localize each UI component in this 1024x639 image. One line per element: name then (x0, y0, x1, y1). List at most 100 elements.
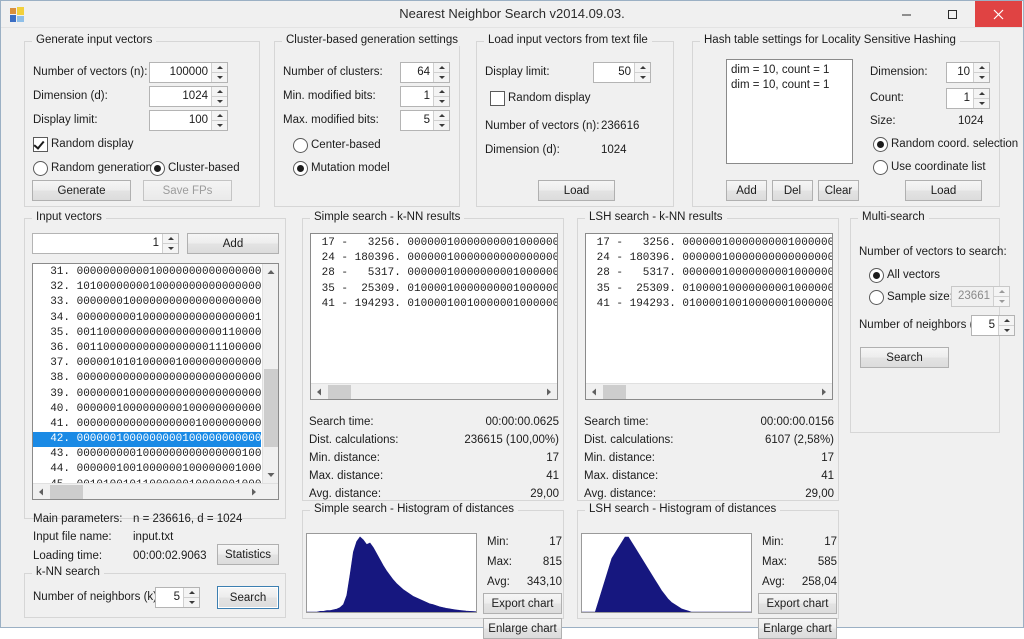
knn-neighbors-stepper[interactable]: 5 (155, 587, 200, 608)
scrollbar-thumb-h[interactable] (603, 385, 626, 399)
spinner-down-icon[interactable] (974, 73, 989, 82)
hash-load-button[interactable]: Load (905, 180, 982, 201)
hash-count-stepper[interactable]: 1 (946, 88, 990, 109)
generate-button[interactable]: Generate (32, 180, 131, 201)
knn-result-row[interactable]: 41 - 194293. 010000100100000010000000 (586, 297, 832, 312)
scroll-right-icon[interactable] (246, 484, 262, 499)
listbox-horizontal-scrollbar[interactable] (33, 483, 278, 499)
spinner-up-icon[interactable] (434, 111, 449, 120)
knn-result-row[interactable]: 17 - 3256. 000000100000000010000000 (311, 236, 557, 251)
simple-export-chart-button[interactable]: Export chart (483, 593, 562, 614)
close-button[interactable] (975, 1, 1022, 27)
lsh-export-chart-button[interactable]: Export chart (758, 593, 837, 614)
input-vector-index-stepper[interactable]: 1 (32, 233, 179, 254)
spinner-down-icon[interactable] (163, 244, 178, 253)
minimize-button[interactable] (883, 1, 929, 27)
sample-size-radio[interactable]: Sample size: (869, 290, 953, 305)
hash-entry[interactable]: dim = 10, count = 1 (731, 63, 848, 78)
spinner-up-icon[interactable] (212, 87, 227, 96)
spinner-down-icon[interactable] (434, 73, 449, 82)
knn-result-row[interactable]: 35 - 25309. 010000100000000010000000 (311, 282, 557, 297)
spinner-up-icon[interactable] (974, 89, 989, 98)
input-vector-row[interactable]: 42. 00000010000000001000000000000000 (33, 432, 278, 448)
scroll-down-icon[interactable] (263, 467, 278, 483)
hash-add-button[interactable]: Add (726, 180, 767, 201)
scrollbar-thumb-h[interactable] (50, 485, 83, 499)
input-vector-row[interactable]: 37. 00000101010000010000000000000010 (33, 356, 278, 371)
multi-search-button[interactable]: Search (860, 347, 949, 368)
knn-result-row[interactable]: 24 - 180396. 000000100000000000000000 (311, 251, 557, 266)
mutation-model-radio[interactable]: Mutation model (293, 161, 390, 176)
file-display-limit-stepper[interactable]: 50 (593, 62, 651, 83)
spinner-up-icon[interactable] (974, 63, 989, 72)
spinner-up-icon[interactable] (434, 87, 449, 96)
hash-dimension-stepper[interactable]: 10 (946, 62, 990, 83)
input-vector-row[interactable]: 41. 00000000000000000010000000000000 (33, 417, 278, 432)
cluster-based-radio[interactable]: Cluster-based (150, 161, 240, 176)
input-vector-row[interactable]: 35. 00110000000000000000001100000001 (33, 326, 278, 341)
input-vector-row[interactable]: 33. 00000001000000000000000000000010 (33, 295, 278, 310)
knn-result-row[interactable]: 28 - 5317. 000000100000000010000000 (311, 266, 557, 281)
input-vector-row[interactable]: 43. 00000000010000000000000001000000 (33, 447, 278, 462)
input-vector-row[interactable]: 40. 00000010000000001000000000000000 (33, 402, 278, 417)
use-coordinate-list-radio[interactable]: Use coordinate list (873, 160, 986, 175)
input-vector-row[interactable]: 39. 00000001000000000000000000000010 (33, 387, 278, 402)
input-vector-row[interactable]: 32. 10100000000100000000000000000000 (33, 280, 278, 295)
lsh-enlarge-chart-button[interactable]: Enlarge chart (758, 618, 837, 639)
simple-enlarge-chart-button[interactable]: Enlarge chart (483, 618, 562, 639)
maximize-button[interactable] (929, 1, 975, 27)
spinner-down-icon[interactable] (212, 121, 227, 130)
number-of-vectors-stepper[interactable]: 100000 (149, 62, 228, 83)
knn-result-row[interactable]: 17 - 3256. 000000100000000010000000 (586, 236, 832, 251)
center-based-radio[interactable]: Center-based (293, 138, 381, 153)
input-vector-row[interactable]: 36. 00110000000000000000111000000000 (33, 341, 278, 356)
spinner-up-icon[interactable] (434, 63, 449, 72)
spinner-down-icon[interactable] (434, 97, 449, 106)
spinner-down-icon[interactable] (974, 99, 989, 108)
scroll-right-icon[interactable] (816, 384, 832, 399)
scroll-left-icon[interactable] (311, 384, 327, 399)
input-vectors-listbox[interactable]: 31. 00000000000100000000000000000000 32.… (32, 263, 279, 500)
spinner-down-icon[interactable] (434, 121, 449, 130)
input-vector-row[interactable]: 44. 00000010010000001000000010000000 (33, 462, 278, 477)
lsh-results-hscrollbar[interactable] (586, 383, 832, 399)
file-random-display-checkbox[interactable]: Random display (490, 91, 590, 106)
statistics-button[interactable]: Statistics (217, 544, 279, 565)
spinner-down-icon[interactable] (212, 97, 227, 106)
spinner-up-icon[interactable] (999, 316, 1014, 325)
simple-search-listbox[interactable]: 17 - 3256. 000000100000000010000000 24 -… (310, 233, 558, 400)
scroll-left-icon[interactable] (33, 484, 49, 499)
hash-table-listbox[interactable]: dim = 10, count = 1 dim = 10, count = 1 (726, 59, 853, 164)
min-modified-bits-stepper[interactable]: 1 (400, 86, 450, 107)
all-vectors-radio[interactable]: All vectors (869, 268, 940, 283)
input-vector-row[interactable]: 38. 00000000000000000000000000000000 (33, 371, 278, 386)
spinner-buttons[interactable] (211, 63, 227, 82)
random-generation-radio[interactable]: Random generation (33, 161, 152, 176)
display-limit-stepper[interactable]: 100 (149, 110, 228, 131)
input-vector-row[interactable]: 31. 00000000000100000000000000000000 (33, 265, 278, 280)
random-display-checkbox[interactable]: Random display (33, 137, 133, 152)
spinner-up-icon[interactable] (212, 111, 227, 120)
spinner-up-icon[interactable] (212, 63, 227, 72)
random-coord-selection-radio[interactable]: Random coord. selection (873, 137, 1018, 152)
max-modified-bits-stepper[interactable]: 5 (400, 110, 450, 131)
knn-result-row[interactable]: 41 - 194293. 010000100100000010000000 (311, 297, 557, 312)
knn-result-row[interactable]: 24 - 180396. 000000100000000000000000 (586, 251, 832, 266)
scrollbar-thumb[interactable] (264, 369, 278, 447)
spinner-up-icon[interactable] (635, 63, 650, 72)
scroll-left-icon[interactable] (586, 384, 602, 399)
listbox-vertical-scrollbar[interactable] (262, 264, 278, 483)
input-vector-add-button[interactable]: Add (187, 233, 279, 254)
knn-result-row[interactable]: 28 - 5317. 000000100000000010000000 (586, 266, 832, 281)
spinner-up-icon[interactable] (184, 588, 199, 597)
spinner-down-icon[interactable] (635, 73, 650, 82)
simple-results-hscrollbar[interactable] (311, 383, 557, 399)
load-file-button[interactable]: Load (538, 180, 615, 201)
dimension-stepper[interactable]: 1024 (149, 86, 228, 107)
multi-neighbors-stepper[interactable]: 5 (971, 315, 1015, 336)
number-of-clusters-stepper[interactable]: 64 (400, 62, 450, 83)
knn-result-row[interactable]: 35 - 25309. 010000100000000010000000 (586, 282, 832, 297)
hash-del-button[interactable]: Del (772, 180, 813, 201)
scroll-up-icon[interactable] (263, 264, 278, 280)
spinner-up-icon[interactable] (163, 234, 178, 243)
